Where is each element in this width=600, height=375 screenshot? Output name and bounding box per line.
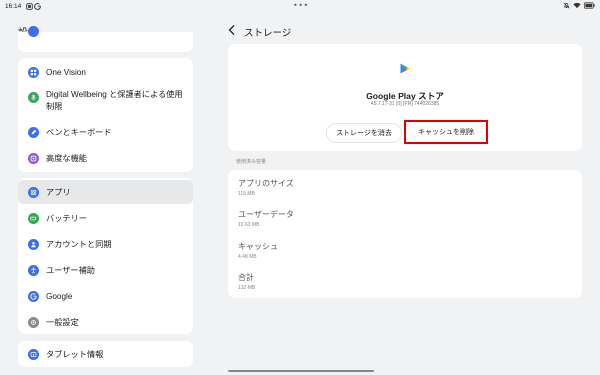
battery-status-icon <box>584 2 595 9</box>
menu-item-digital-wellbeing[interactable]: Digital Wellbeing と保護者による使用 制限 <box>18 89 193 115</box>
menu-item-google[interactable]: Google <box>18 289 193 303</box>
menu-item-label: タブレット情報 <box>46 350 104 359</box>
menu-item-label: Digital Wellbeing と保護者による使用 <box>46 90 183 99</box>
advanced-icon <box>28 152 39 164</box>
menu-item-accounts[interactable]: アカウントと同期 <box>18 237 193 251</box>
clear-cache-label: キャッシュを削除 <box>418 129 474 136</box>
menu-item-tablet-info[interactable]: タブレット情報 <box>18 347 193 361</box>
menu-item-label-line2: 制限 <box>46 102 63 111</box>
app-version: 45.7.17-31 [0] [PR] 744026385 <box>370 101 440 107</box>
usage-title: アプリのサイズ <box>238 179 294 188</box>
menu-item-label: ペンとキーボード <box>46 128 112 137</box>
mute-icon <box>563 2 570 9</box>
back-arrow-icon[interactable] <box>227 24 237 36</box>
menu-item-general[interactable]: 一般設定 <box>18 315 193 329</box>
menu-item-apps[interactable]: アプリ <box>18 185 193 199</box>
status-bar: 16:14 ••• <box>0 0 600 14</box>
storage-usage-card <box>228 170 582 298</box>
usage-title: 合計 <box>238 273 254 282</box>
menu-item-advanced[interactable]: 高度な機能 <box>18 151 193 165</box>
clear-cache-button[interactable]: キャッシュを削除 <box>404 120 488 144</box>
home-indicator[interactable] <box>228 370 374 372</box>
general-settings-icon <box>28 316 39 328</box>
settings-card-about: タブレット情報 <box>18 341 193 367</box>
google-icon <box>28 290 39 302</box>
apps-icon <box>28 186 39 198</box>
menu-item-label: バッテリー <box>46 214 87 223</box>
google-play-icon <box>400 63 410 74</box>
pen-icon <box>28 126 39 138</box>
clear-storage-button[interactable]: ストレージを消去 <box>326 123 402 143</box>
tablet-info-icon <box>28 348 39 360</box>
status-time: 16:14 <box>5 3 22 10</box>
menu-item-label: Google <box>46 291 73 301</box>
menu-item-accessibility[interactable]: ユーザー補助 <box>18 263 193 277</box>
google-status-icon <box>34 3 41 10</box>
menu-item-label: 高度な機能 <box>46 154 87 163</box>
notification-icon <box>26 3 33 10</box>
menu-item-label: ユーザー補助 <box>46 266 95 275</box>
settings-card-top <box>18 26 193 52</box>
menu-item-label: アカウントと同期 <box>46 240 112 249</box>
usage-value: 12.63 MB <box>238 222 260 228</box>
usage-value: 132 MB <box>238 285 256 291</box>
menu-item-label: One Vision <box>46 67 86 77</box>
settings-card-main-items: アプリ バッテリー アカウントと同期 ユーザー補助 Google 一般設定 <box>18 178 193 334</box>
menu-item-one-vision[interactable]: One Vision <box>18 65 193 79</box>
clear-storage-label: ストレージを消去 <box>336 130 392 137</box>
account-icon <box>28 238 39 250</box>
menu-item-battery[interactable]: バッテリー <box>18 211 193 225</box>
accessibility-icon <box>28 264 39 276</box>
menu-item-label: 一般設定 <box>46 318 79 327</box>
menu-item-pen-keyboard[interactable]: ペンとキーボード <box>18 125 193 139</box>
wifi-icon <box>573 2 581 9</box>
usage-value: 4.48 MB <box>238 254 257 260</box>
one-vision-icon <box>28 66 39 78</box>
usage-title: ユーザーデータ <box>238 210 294 219</box>
wellbeing-icon <box>28 92 39 103</box>
menu-item-label: アプリ <box>46 188 71 197</box>
battery-icon <box>28 212 39 224</box>
multitask-dots[interactable]: ••• <box>293 1 309 10</box>
partial-item-icon <box>28 26 39 37</box>
usage-title: キャッシュ <box>238 242 278 251</box>
settings-card-features: One Vision Digital Wellbeing と保護者による使用 制… <box>18 58 193 172</box>
section-label-used-storage: 使用済み容量 <box>236 159 267 165</box>
usage-value: 115 MB <box>238 191 255 197</box>
page-title: ストレージ <box>244 28 292 39</box>
